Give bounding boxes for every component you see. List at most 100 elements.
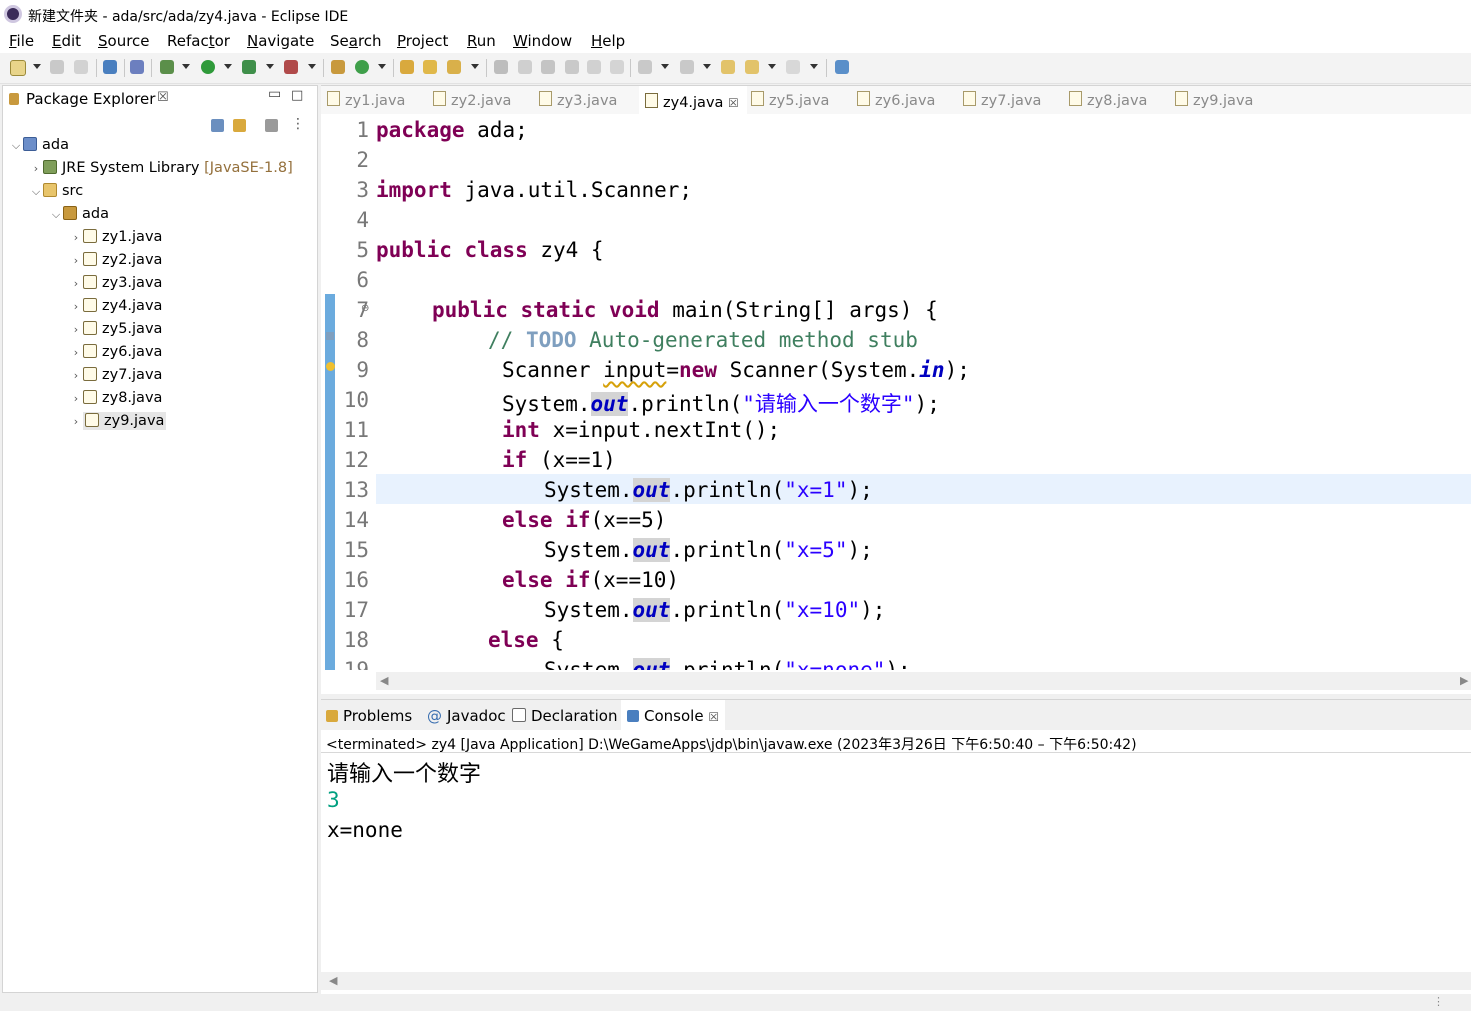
tree-file[interactable]: › zy2.java xyxy=(69,252,162,272)
run-icon[interactable] xyxy=(201,60,215,74)
tree-package-ada[interactable]: ⌵ ada xyxy=(49,206,109,226)
code-line[interactable]: // TODO Auto-generated method stub xyxy=(376,328,918,352)
tree-file[interactable]: › zy5.java xyxy=(69,321,162,341)
tab-zy3[interactable]: zy3.java xyxy=(539,91,617,109)
menu-project[interactable]: Project xyxy=(397,32,448,50)
save-all-icon[interactable] xyxy=(74,60,88,74)
menu-navigate[interactable]: Navigate xyxy=(247,32,314,50)
close-icon[interactable]: ☒ xyxy=(708,710,719,724)
menu-refactor[interactable]: Refactor xyxy=(167,32,230,50)
code-line[interactable]: package ada; xyxy=(376,118,528,142)
chevron-down-icon[interactable]: ⌵ xyxy=(49,208,63,222)
tab-zy9[interactable]: zy9.java xyxy=(1175,91,1253,109)
new-class-dropdown-icon[interactable] xyxy=(378,64,386,69)
new-java-package-icon[interactable] xyxy=(331,60,345,74)
coverage-icon[interactable] xyxy=(242,60,256,74)
scroll-left-icon[interactable]: ◀ xyxy=(380,674,388,687)
menu-window[interactable]: Window xyxy=(513,32,572,50)
debug-dropdown-icon[interactable] xyxy=(182,64,190,69)
coverage-dropdown-icon[interactable] xyxy=(266,64,274,69)
tab-zy2[interactable]: zy2.java xyxy=(433,91,511,109)
menu-source[interactable]: Source xyxy=(98,32,150,50)
debug-icon[interactable] xyxy=(160,60,174,74)
menu-help[interactable]: Help xyxy=(591,32,625,50)
tree-file[interactable]: › zy3.java xyxy=(69,275,162,295)
tab-declaration[interactable]: Declaration xyxy=(512,707,617,725)
code-line[interactable]: int x=input.nextInt(); xyxy=(376,418,780,442)
menu-run[interactable]: Run xyxy=(467,32,496,50)
code-line[interactable]: else if(x==10) xyxy=(376,568,679,592)
toggle-edit-icon[interactable] xyxy=(518,60,532,74)
previous-annotation-dropdown-icon[interactable] xyxy=(703,64,711,69)
code-line[interactable]: System.out.println("请输入一个数字"); xyxy=(376,388,940,418)
tree-project-ada[interactable]: ⌵ ada xyxy=(9,137,69,157)
code-line[interactable]: else { xyxy=(376,628,564,652)
horizontal-scrollbar[interactable]: ◀ ▶ xyxy=(376,672,1471,690)
tab-zy4-active[interactable]: zy4.java ☒ xyxy=(639,86,747,114)
tree-file-selected[interactable]: › zy9.java xyxy=(69,412,167,433)
chevron-down-icon[interactable]: ⌵ xyxy=(9,139,23,153)
new-java-class-icon[interactable] xyxy=(355,60,369,74)
tree-file[interactable]: › zy6.java xyxy=(69,344,162,364)
show-whitespace-icon[interactable] xyxy=(565,60,579,74)
back-icon[interactable] xyxy=(745,60,759,74)
previous-annotation-icon[interactable] xyxy=(680,60,694,74)
word-wrap-icon[interactable] xyxy=(587,60,601,74)
link-with-editor-icon[interactable] xyxy=(233,119,246,132)
menu-file[interactable]: File xyxy=(9,32,34,50)
new-icon[interactable] xyxy=(10,60,26,76)
tree-file[interactable]: › zy8.java xyxy=(69,390,162,410)
tab-zy8[interactable]: zy8.java xyxy=(1069,91,1147,109)
code-line[interactable]: else if(x==5) xyxy=(376,508,666,532)
tab-console-active[interactable]: Console ☒ xyxy=(621,700,726,730)
package-explorer-tab[interactable]: Package Explorer ☒ ▭ □ xyxy=(3,86,317,113)
close-icon[interactable]: ☒ xyxy=(728,96,739,110)
chevron-right-icon[interactable]: › xyxy=(29,162,43,175)
tab-zy1[interactable]: zy1.java xyxy=(327,91,405,109)
back-dropdown-icon[interactable] xyxy=(768,64,776,69)
toggle-mark-occurrences-icon[interactable] xyxy=(494,60,508,74)
code-line[interactable]: System.out.println("x=5"); xyxy=(376,538,873,562)
forward-dropdown-icon[interactable] xyxy=(810,64,818,69)
toggle-block-icon[interactable] xyxy=(541,60,555,74)
terminal-icon[interactable] xyxy=(103,60,117,74)
next-annotation-icon[interactable] xyxy=(638,60,652,74)
code-line-current[interactable]: System.out.println("x=1"); xyxy=(376,478,873,502)
menu-edit[interactable]: Edit xyxy=(52,32,81,50)
save-icon[interactable] xyxy=(50,60,64,74)
open-task-icon[interactable] xyxy=(423,60,437,74)
open-type-icon[interactable] xyxy=(400,60,414,74)
run-dropdown-icon[interactable] xyxy=(224,64,232,69)
code-line[interactable]: public class zy4 { xyxy=(376,238,604,262)
tab-zy6[interactable]: zy6.java xyxy=(857,91,935,109)
external-tools-dropdown-icon[interactable] xyxy=(308,64,316,69)
code-line[interactable]: Scanner input=new Scanner(System.in); xyxy=(376,358,970,382)
tree-src-folder[interactable]: ⌵ src xyxy=(29,183,83,203)
search-icon[interactable] xyxy=(447,60,461,74)
status-menu-icon[interactable]: ⋮ xyxy=(1433,995,1444,1008)
menu-search[interactable]: Search xyxy=(330,32,382,50)
code-line[interactable]: import java.util.Scanner; xyxy=(376,178,692,202)
external-tools-icon[interactable] xyxy=(284,60,298,74)
view-menu-icon[interactable]: ⋮ xyxy=(291,116,305,132)
last-edit-location-icon[interactable] xyxy=(721,60,735,74)
filters-icon[interactable] xyxy=(265,119,278,132)
tree-file[interactable]: › zy7.java xyxy=(69,367,162,387)
console-horizontal-scrollbar[interactable]: ◀ xyxy=(321,972,1471,990)
code-line[interactable]: if (x==1) xyxy=(376,448,616,472)
tree-file[interactable]: › zy1.java xyxy=(69,229,162,249)
next-annotation-dropdown-icon[interactable] xyxy=(661,64,669,69)
scroll-left-icon[interactable]: ◀ xyxy=(329,974,337,987)
scroll-right-icon[interactable]: ▶ xyxy=(1460,674,1468,687)
search-dropdown-icon[interactable] xyxy=(471,64,479,69)
code-line[interactable]: public static void main(String[] args) { xyxy=(376,298,938,322)
code-line[interactable]: System.out.println("x=10"); xyxy=(376,598,885,622)
tab-zy7[interactable]: zy7.java xyxy=(963,91,1041,109)
collapse-all-icon[interactable] xyxy=(211,119,224,132)
forward-icon[interactable] xyxy=(786,60,800,74)
open-perspective-icon[interactable] xyxy=(835,60,849,74)
minimize-icon[interactable]: ▭ xyxy=(268,86,281,102)
tab-zy5[interactable]: zy5.java xyxy=(751,91,829,109)
close-icon[interactable]: ☒ xyxy=(157,90,169,105)
skip-breakpoints-icon[interactable] xyxy=(130,60,144,74)
